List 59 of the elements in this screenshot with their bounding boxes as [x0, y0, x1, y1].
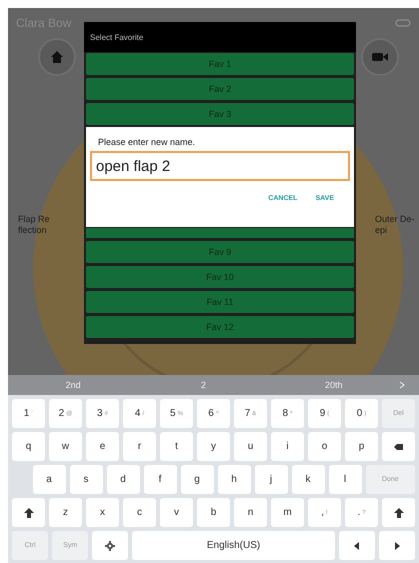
- key[interactable]: , $^{!}$: [308, 498, 341, 527]
- key[interactable]: l: [328, 465, 362, 494]
- name-input-field[interactable]: open flap 2: [90, 151, 350, 181]
- key[interactable]: 1 $^{`}$: [12, 399, 45, 428]
- loop-icon: [395, 19, 411, 27]
- key[interactable]: f: [144, 465, 176, 494]
- key[interactable]: p: [345, 432, 378, 461]
- key[interactable]: g: [180, 465, 214, 494]
- key[interactable]: b: [197, 498, 230, 527]
- key[interactable]: o: [308, 432, 341, 461]
- home-button[interactable]: [40, 40, 74, 74]
- chevron-right-icon[interactable]: [398, 381, 405, 389]
- left-arrow-icon: [352, 540, 362, 550]
- key[interactable]: s: [70, 465, 102, 494]
- rename-prompt: Please enter new name.: [98, 137, 196, 147]
- key[interactable]: h: [218, 465, 250, 494]
- key[interactable]: r: [123, 432, 156, 461]
- key[interactable]: 3 $^{#}$: [86, 399, 119, 428]
- key[interactable]: c: [123, 498, 156, 527]
- settings-icon: [105, 540, 116, 550]
- key[interactable]: 0 $^{)}$: [345, 399, 378, 428]
- home-icon: [50, 50, 64, 64]
- key[interactable]: n: [234, 498, 267, 527]
- key[interactable]: a: [32, 465, 66, 494]
- shift-icon: [24, 508, 34, 518]
- dialog-title: Select Favorite: [84, 22, 356, 52]
- key[interactable]: 5 $^{%}$: [160, 399, 193, 428]
- key[interactable]: . $^{?}$: [345, 498, 378, 527]
- key[interactable]: x: [86, 498, 119, 527]
- key[interactable]: [382, 432, 415, 461]
- shift-icon: [394, 508, 404, 518]
- backspace-icon: [394, 442, 404, 452]
- key[interactable]: 8 $^{*}$: [271, 399, 304, 428]
- key[interactable]: m: [271, 498, 304, 527]
- key[interactable]: e: [86, 432, 119, 461]
- key[interactable]: i: [271, 432, 304, 461]
- key[interactable]: [382, 498, 415, 527]
- key[interactable]: q: [12, 432, 45, 461]
- key[interactable]: u: [234, 432, 267, 461]
- key[interactable]: w: [49, 432, 82, 461]
- space-key[interactable]: English(US): [132, 531, 335, 560]
- key[interactable]: d: [106, 465, 140, 494]
- key[interactable]: t: [160, 432, 193, 461]
- key[interactable]: z: [49, 498, 82, 527]
- key[interactable]: v: [160, 498, 193, 527]
- key[interactable]: y: [197, 432, 230, 461]
- key[interactable]: j: [254, 465, 288, 494]
- key[interactable]: 7 $^{&}$: [234, 399, 267, 428]
- right-label: Outer De-epi: [375, 214, 416, 236]
- key[interactable]: 6 $^{^}$: [197, 399, 230, 428]
- key[interactable]: 2 $^{@}$: [49, 399, 82, 428]
- key[interactable]: [92, 531, 128, 560]
- camera-button[interactable]: [363, 40, 397, 74]
- key[interactable]: [12, 498, 45, 527]
- left-label: Flap Re flection: [18, 214, 51, 236]
- video-camera-icon: [372, 51, 388, 63]
- key[interactable]: 9 $^{(}$: [308, 399, 341, 428]
- key[interactable]: 4 $^{/}$: [123, 399, 156, 428]
- key[interactable]: k: [292, 465, 324, 494]
